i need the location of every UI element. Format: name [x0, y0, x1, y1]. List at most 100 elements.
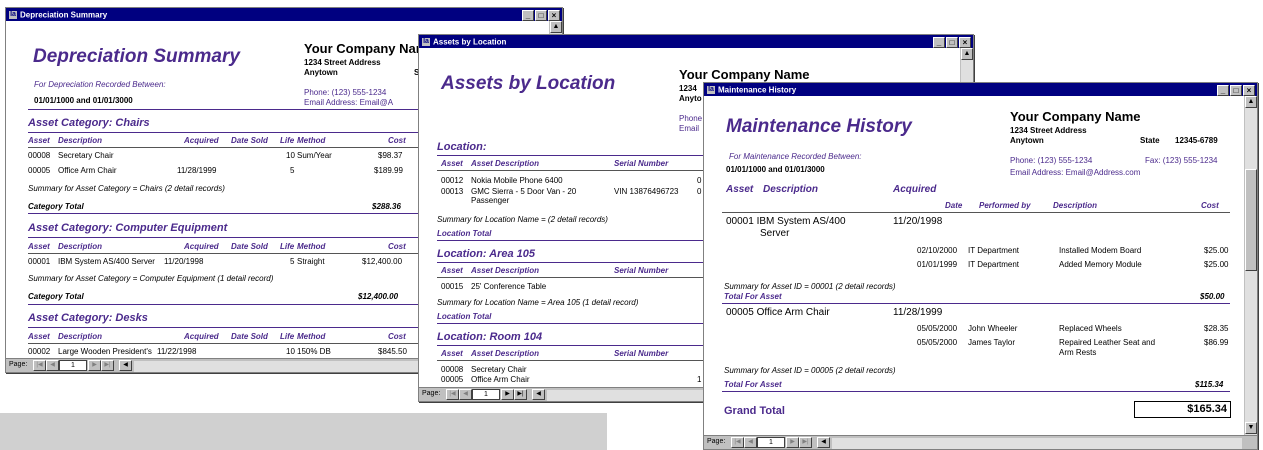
maint-cost: $86.99: [1204, 338, 1229, 347]
company-email: Email: [679, 124, 700, 133]
col-asset: Asset: [28, 332, 50, 341]
col-acquired: Acquired: [893, 184, 937, 195]
first-page-button[interactable]: |◀: [731, 437, 744, 448]
page-number-input[interactable]: 1: [757, 437, 785, 448]
close-button[interactable]: ×: [1243, 85, 1255, 96]
col-description: Description: [763, 184, 819, 195]
window-title: Assets by Location: [433, 37, 507, 47]
grand-total-label: Grand Total: [724, 405, 785, 417]
title-bar[interactable]: la Maintenance History _ □ ×: [704, 83, 1257, 96]
maintenance-history-window[interactable]: la Maintenance History _ □ × ▲ ▼ Maintenanc…: [703, 82, 1258, 450]
col-cost: Cost: [1201, 201, 1219, 210]
col-performed-by: Performed by: [979, 201, 1031, 210]
maint-performed-by: John Wheeler: [968, 324, 1018, 333]
cell-extra: 1: [697, 375, 702, 384]
col-acquired: Acquired: [184, 332, 219, 341]
horizontal-scrollbar[interactable]: [831, 437, 1243, 449]
cell-description: Large Wooden President's: [58, 347, 152, 356]
previous-page-button[interactable]: ◀: [459, 389, 472, 400]
title-bar[interactable]: la Assets by Location _ □ ×: [419, 35, 973, 48]
scroll-up-button[interactable]: ▲: [1245, 96, 1257, 108]
period-label: For Depreciation Recorded Between:: [34, 80, 166, 89]
col-description: Description: [58, 136, 103, 145]
asset-description: 00005 Office Arm Chair: [726, 307, 830, 318]
cell-life: 5: [290, 257, 295, 266]
divider: [437, 262, 717, 263]
maximize-button[interactable]: □: [946, 37, 958, 48]
next-page-button[interactable]: ▶: [88, 360, 101, 371]
maint-cost: $28.35: [1204, 324, 1229, 333]
scroll-up-button[interactable]: ▲: [961, 48, 973, 60]
company-email: Email Address: Email@Address.com: [1010, 168, 1141, 177]
col-life: Life: [280, 136, 295, 145]
last-page-button[interactable]: ▶|: [799, 437, 812, 448]
minimize-button[interactable]: _: [1217, 85, 1229, 96]
last-page-button[interactable]: ▶|: [514, 389, 527, 400]
previous-page-button[interactable]: ◀: [744, 437, 757, 448]
cell-cost: $98.37: [378, 151, 403, 160]
cell-description: Secretary Chair: [58, 151, 114, 160]
last-page-button[interactable]: ▶|: [101, 360, 114, 371]
vertical-scrollbar[interactable]: ▲ ▼: [1244, 96, 1257, 435]
scroll-thumb[interactable]: [1245, 169, 1257, 271]
maint-performed-by: James Taylor: [968, 338, 1015, 347]
cell-description-cont: Passenger: [471, 196, 510, 205]
col-asset: Asset: [441, 349, 463, 358]
company-email: Email Address: Email@A: [304, 98, 394, 107]
cell-description: Secretary Chair: [471, 365, 527, 374]
col-asset-description: Asset Description: [471, 266, 540, 275]
close-button[interactable]: ×: [959, 37, 971, 48]
scroll-left-button[interactable]: ◀: [532, 389, 545, 400]
maximize-button[interactable]: □: [535, 10, 547, 21]
divider: [437, 170, 717, 171]
page-number-input[interactable]: 1: [472, 389, 500, 400]
divider: [722, 391, 1230, 392]
next-page-button[interactable]: ▶: [786, 437, 799, 448]
maximize-button[interactable]: □: [1230, 85, 1242, 96]
page-label: Page:: [9, 361, 28, 368]
col-method: Method: [297, 136, 326, 145]
close-button[interactable]: ×: [548, 10, 560, 21]
divider: [437, 345, 717, 346]
scroll-left-button[interactable]: ◀: [817, 437, 830, 448]
title-bar[interactable]: la Depreciation Summary _ □ ×: [6, 8, 562, 21]
maint-description: Replaced Wheels: [1059, 324, 1122, 333]
cell-description: IBM System AS/400 Server: [58, 257, 155, 266]
divider: [437, 155, 717, 156]
next-page-button[interactable]: ▶: [501, 389, 514, 400]
cell-extra: 0: [697, 187, 702, 196]
first-page-button[interactable]: |◀: [33, 360, 46, 371]
col-date-sold: Date Sold: [231, 242, 268, 251]
cell-asset: 00013: [441, 187, 464, 196]
cell-description: Office Arm Chair: [471, 375, 530, 384]
grand-total: $165.34: [1134, 401, 1231, 418]
company-state: State: [1140, 136, 1160, 145]
period-label: For Maintenance Recorded Between:: [729, 152, 862, 161]
minimize-button[interactable]: _: [933, 37, 945, 48]
scroll-up-button[interactable]: ▲: [550, 21, 562, 33]
divider: [722, 212, 1230, 213]
divider: [28, 253, 418, 254]
page-number-input[interactable]: 1: [59, 360, 87, 371]
cell-description: Nokia Mobile Phone 6400: [471, 176, 563, 185]
access-report-icon: la: [9, 10, 17, 19]
col-acquired: Acquired: [184, 136, 219, 145]
maint-cost: $25.00: [1204, 246, 1229, 255]
scroll-down-button[interactable]: ▼: [1245, 422, 1257, 434]
cell-asset: 00008: [441, 365, 464, 374]
cell-method: Sum/Year: [297, 151, 332, 160]
minimize-button[interactable]: _: [522, 10, 534, 21]
company-city: Anytown: [304, 68, 338, 77]
first-page-button[interactable]: |◀: [446, 389, 459, 400]
previous-page-button[interactable]: ◀: [46, 360, 59, 371]
access-report-icon: la: [707, 85, 715, 94]
summary-text: Summary for Asset ID = 00001 (2 detail r…: [724, 282, 896, 291]
divider: [437, 323, 717, 324]
scroll-left-button[interactable]: ◀: [119, 360, 132, 371]
divider: [28, 132, 418, 133]
col-method: Method: [297, 332, 326, 341]
company-street: 1234 Street Address: [1010, 126, 1087, 135]
col-cost: Cost: [388, 332, 406, 341]
maint-date: 02/10/2000: [917, 246, 958, 255]
cell-serial: VIN 13876496723: [614, 187, 679, 196]
